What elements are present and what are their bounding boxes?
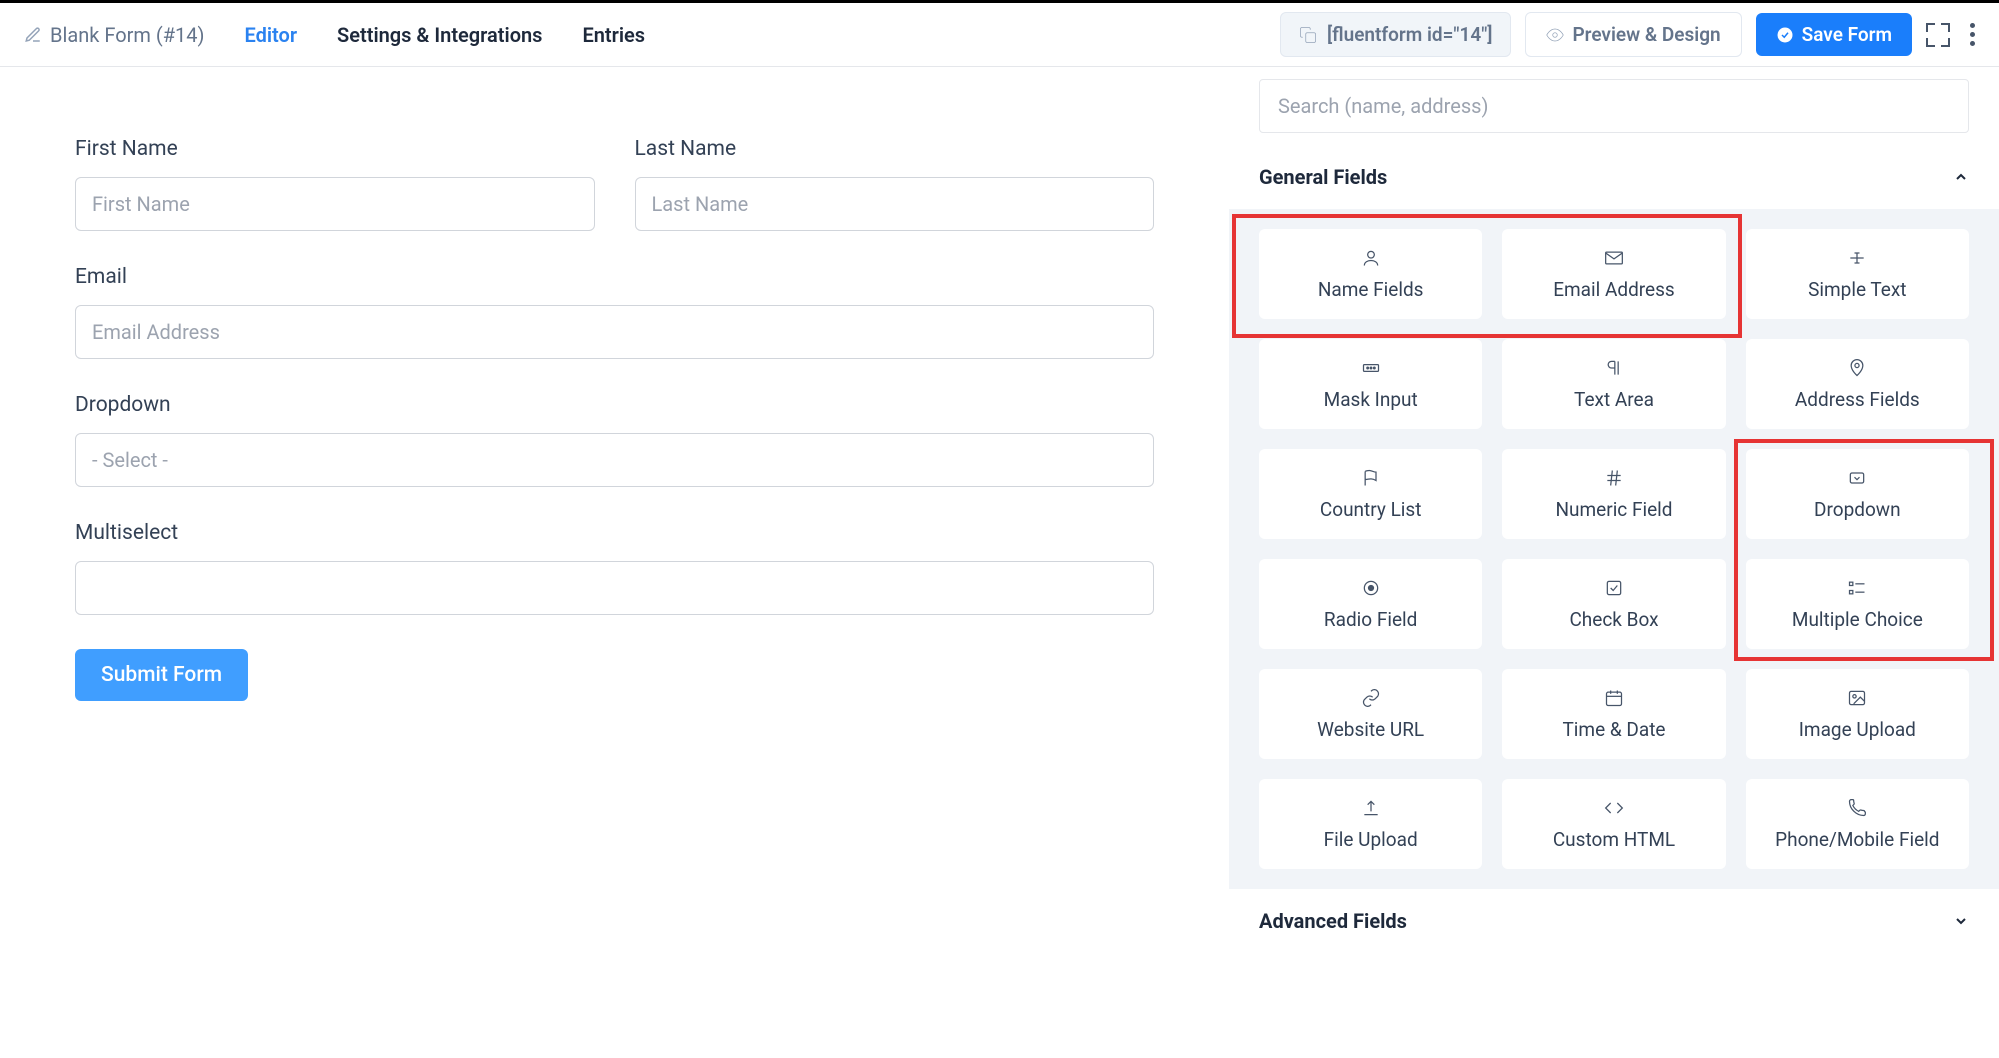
edit-icon: [24, 26, 42, 44]
flag-icon: [1361, 468, 1381, 488]
chevron-up-icon: [1953, 169, 1969, 185]
shortcode-text: [fluentform id="14"]: [1327, 23, 1493, 46]
expand-icon[interactable]: [1926, 23, 1950, 47]
app-header: Blank Form (#14) Editor Settings & Integ…: [0, 3, 1999, 67]
last-name-input[interactable]: [635, 177, 1155, 231]
dropdown-input[interactable]: [75, 433, 1154, 487]
checkbox-icon: [1604, 578, 1624, 598]
shortcode-display[interactable]: [fluentform id="14"]: [1280, 12, 1512, 57]
upload-icon: [1361, 798, 1381, 818]
image-icon: [1847, 688, 1867, 708]
general-fields-grid: Name Fields Email Address Simple Text Ma…: [1229, 209, 1999, 889]
calendar-icon: [1604, 688, 1624, 708]
user-icon: [1361, 248, 1381, 268]
tab-entries[interactable]: Entries: [582, 23, 645, 47]
general-fields-title: General Fields: [1259, 165, 1387, 189]
field-tile-country-list[interactable]: Country List: [1259, 449, 1482, 539]
field-tile-mask-input[interactable]: Mask Input: [1259, 339, 1482, 429]
check-circle-icon: [1776, 26, 1794, 44]
form-canvas: First Name Last Name Email Dropdown Mult…: [0, 67, 1229, 1058]
search-input[interactable]: [1259, 79, 1969, 133]
mask-icon: [1361, 358, 1381, 378]
phone-icon: [1847, 798, 1867, 818]
field-tile-multiple-choice[interactable]: Multiple Choice: [1746, 559, 1969, 649]
fields-sidebar: General Fields Name Fields Email Address: [1229, 67, 1999, 1058]
field-tile-phone-mobile[interactable]: Phone/Mobile Field: [1746, 779, 1969, 869]
tab-settings[interactable]: Settings & Integrations: [337, 23, 542, 47]
mail-icon: [1604, 248, 1624, 268]
field-tile-simple-text[interactable]: Simple Text: [1746, 229, 1969, 319]
radio-icon: [1361, 578, 1381, 598]
hash-icon: [1604, 468, 1624, 488]
field-tile-address-fields[interactable]: Address Fields: [1746, 339, 1969, 429]
field-tile-name-fields[interactable]: Name Fields: [1259, 229, 1482, 319]
field-tile-website-url[interactable]: Website URL: [1259, 669, 1482, 759]
field-tile-numeric-field[interactable]: Numeric Field: [1502, 449, 1725, 539]
link-icon: [1361, 688, 1381, 708]
field-tile-time-date[interactable]: Time & Date: [1502, 669, 1725, 759]
preview-design-button[interactable]: Preview & Design: [1525, 12, 1741, 57]
field-tile-check-box[interactable]: Check Box: [1502, 559, 1725, 649]
code-icon: [1604, 798, 1624, 818]
dropdown-label: Dropdown: [75, 393, 1154, 417]
multiselect-input[interactable]: [75, 561, 1154, 615]
field-tile-image-upload[interactable]: Image Upload: [1746, 669, 1969, 759]
field-tile-email-address[interactable]: Email Address: [1502, 229, 1725, 319]
last-name-label: Last Name: [635, 137, 1155, 161]
tab-editor[interactable]: Editor: [244, 23, 297, 47]
eye-icon: [1546, 26, 1564, 44]
save-form-button[interactable]: Save Form: [1756, 13, 1912, 56]
field-tile-file-upload[interactable]: File Upload: [1259, 779, 1482, 869]
field-tile-radio-field[interactable]: Radio Field: [1259, 559, 1482, 649]
email-label: Email: [75, 265, 1154, 289]
email-input[interactable]: [75, 305, 1154, 359]
text-cursor-icon: [1847, 248, 1867, 268]
field-tile-text-area[interactable]: Text Area: [1502, 339, 1725, 429]
location-icon: [1847, 358, 1867, 378]
multiselect-label: Multiselect: [75, 521, 1154, 545]
more-menu-icon[interactable]: [1970, 23, 1975, 46]
advanced-fields-header[interactable]: Advanced Fields: [1229, 889, 1999, 953]
first-name-input[interactable]: [75, 177, 595, 231]
preview-button-label: Preview & Design: [1572, 23, 1720, 46]
copy-icon: [1299, 26, 1317, 44]
save-button-label: Save Form: [1802, 23, 1892, 46]
first-name-label: First Name: [75, 137, 595, 161]
list-icon: [1847, 578, 1867, 598]
paragraph-icon: [1604, 358, 1624, 378]
field-tile-custom-html[interactable]: Custom HTML: [1502, 779, 1725, 869]
general-fields-header[interactable]: General Fields: [1229, 145, 1999, 209]
chevron-down-icon: [1953, 913, 1969, 929]
form-title[interactable]: Blank Form (#14): [24, 23, 204, 47]
dropdown-icon: [1847, 468, 1867, 488]
form-title-text: Blank Form (#14): [50, 23, 204, 47]
advanced-fields-title: Advanced Fields: [1259, 909, 1407, 933]
field-tile-dropdown[interactable]: Dropdown: [1746, 449, 1969, 539]
submit-form-button[interactable]: Submit Form: [75, 649, 248, 701]
